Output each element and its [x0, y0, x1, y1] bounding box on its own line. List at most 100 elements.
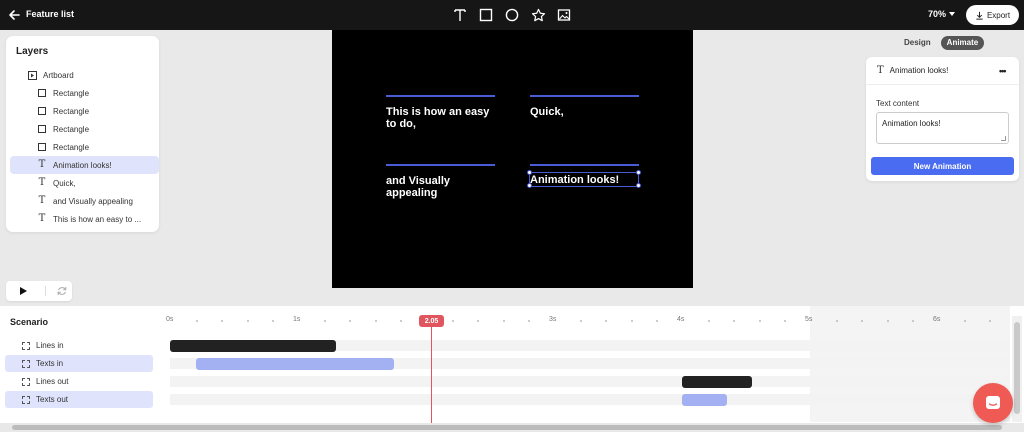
loop-icon[interactable] [56, 285, 68, 297]
ruler-tick-dot [963, 320, 966, 322]
zoom-dropdown[interactable]: 70% [928, 9, 956, 19]
text-this-is-how[interactable]: This is how an easy to do, [386, 106, 498, 130]
playhead-line[interactable] [431, 320, 432, 432]
resize-handle[interactable] [527, 170, 532, 175]
resize-handle[interactable] [527, 183, 532, 188]
track-texts-in[interactable]: Texts in [5, 355, 153, 372]
text-icon: T [38, 177, 46, 188]
track-label: Lines in [36, 341, 64, 350]
rectangle-icon [37, 124, 47, 134]
layer-item-rectangle[interactable]: Rectangle [10, 84, 159, 102]
layers-title: Layers [16, 46, 49, 57]
ruler-tick-dot [835, 320, 838, 322]
layers-panel: Layers Artboard Rectangle Rectangle Rect… [6, 36, 159, 232]
text-content-label: Text content [876, 99, 920, 108]
scrollbar-thumb[interactable] [12, 425, 1002, 430]
selection-box[interactable] [529, 172, 639, 187]
layer-item-this-is-how[interactable]: T This is how an easy to ... [10, 210, 159, 228]
text-tool-icon[interactable] [452, 5, 468, 25]
animation-bar-1[interactable] [195, 357, 394, 370]
playback-controls [6, 281, 72, 301]
horizontal-scrollbar[interactable] [0, 423, 1024, 432]
export-button[interactable]: Export [966, 5, 1019, 25]
tick-3s: 3s [549, 316, 557, 323]
layer-label: Quick, [53, 178, 76, 188]
ruler-tick-dot [246, 320, 249, 322]
back-arrow-icon[interactable] [6, 7, 22, 23]
rectangle-tool-icon[interactable] [478, 5, 494, 25]
layer-label: Animation looks! [53, 160, 112, 170]
tab-animate[interactable]: Animate [940, 36, 985, 50]
text-icon: T [38, 213, 46, 224]
layer-label: Rectangle [53, 142, 90, 152]
star-tool-icon[interactable] [530, 5, 546, 25]
animation-bar-2[interactable] [682, 375, 753, 388]
layer-item-visually-appealing[interactable]: T and Visually appealing [10, 192, 159, 210]
image-tool-icon[interactable] [556, 5, 572, 25]
ruler-tick-dot [221, 320, 224, 322]
text-content-textarea[interactable]: Animation looks! [876, 112, 1009, 144]
layer-item-rectangle[interactable]: Rectangle [10, 138, 159, 156]
ruler-tick-dot [707, 320, 710, 322]
export-label: Export [986, 10, 1011, 20]
rectangle-line-2[interactable] [530, 95, 639, 97]
tick-5s: 5s [805, 316, 813, 323]
more-options-icon[interactable]: ••• [999, 66, 1007, 76]
chat-support-button[interactable] [973, 383, 1013, 423]
playhead-time[interactable]: 2.05 [419, 315, 444, 327]
track-label: Texts out [36, 395, 69, 404]
top-bar: Feature list 70% Export [0, 0, 1024, 30]
resize-handle[interactable] [636, 183, 641, 188]
vertical-scrollbar[interactable] [1012, 316, 1022, 422]
layer-label: This is how an easy to ... [53, 214, 142, 224]
layer-item-artboard[interactable]: Artboard [10, 66, 159, 84]
tick-4s: 4s [677, 316, 685, 323]
resize-handle[interactable] [636, 170, 641, 175]
group-icon [22, 395, 30, 404]
animation-bar-0[interactable] [170, 339, 337, 352]
layer-item-animation-looks[interactable]: T Animation looks! [10, 156, 159, 174]
new-animation-button[interactable]: New Animation [871, 157, 1014, 175]
layer-label: Rectangle [53, 106, 90, 116]
ruler-tick-dot [400, 320, 403, 322]
ruler-tick-dot [195, 320, 198, 322]
ruler-tick-dot [784, 320, 787, 322]
lane-texts-out [170, 394, 1010, 405]
lane-lines-out [170, 376, 1010, 387]
track-texts-out[interactable]: Texts out [5, 391, 153, 408]
rectangle-line-1[interactable] [386, 95, 495, 97]
text-quick[interactable]: Quick, [530, 106, 640, 118]
tab-design[interactable]: Design [898, 36, 937, 50]
group-icon [22, 377, 30, 386]
ruler-tick-dot [630, 320, 633, 322]
divider [45, 286, 46, 296]
rectangle-line-4[interactable] [530, 164, 639, 166]
properties-header: T Animation looks! [866, 57, 1019, 85]
animation-bar-3[interactable] [682, 393, 727, 406]
layer-item-rectangle[interactable]: Rectangle [10, 120, 159, 138]
ruler-tick-dot [605, 320, 608, 322]
ellipse-tool-icon[interactable] [504, 5, 520, 25]
chat-icon [986, 396, 1000, 409]
text-icon: T [38, 159, 46, 170]
ruler-tick-dot [579, 320, 582, 322]
properties-panel: T Animation looks! ••• Text content Anim… [866, 57, 1019, 181]
group-icon [22, 359, 30, 368]
text-visually-appealing[interactable]: and Visually appealing [386, 175, 498, 199]
rectangle-icon [37, 106, 47, 116]
layer-name: Animation looks! [889, 66, 949, 75]
download-icon [976, 11, 983, 20]
scrollbar-thumb[interactable] [1014, 322, 1020, 414]
ruler-tick-dot [733, 320, 736, 322]
resize-grip-icon[interactable] [1001, 136, 1006, 141]
ruler-tick-dot [451, 320, 454, 322]
track-lines-in[interactable]: Lines in [5, 337, 153, 354]
ruler-tick-dot [374, 320, 377, 322]
text-icon: T [38, 195, 46, 206]
track-lines-out[interactable]: Lines out [5, 373, 153, 390]
rectangle-line-3[interactable] [386, 164, 495, 166]
layer-item-rectangle[interactable]: Rectangle [10, 102, 159, 120]
layer-item-quick[interactable]: T Quick, [10, 174, 159, 192]
artboard-canvas[interactable]: This is how an easy to do, Quick, and Vi… [332, 30, 693, 288]
play-icon[interactable] [20, 287, 27, 295]
